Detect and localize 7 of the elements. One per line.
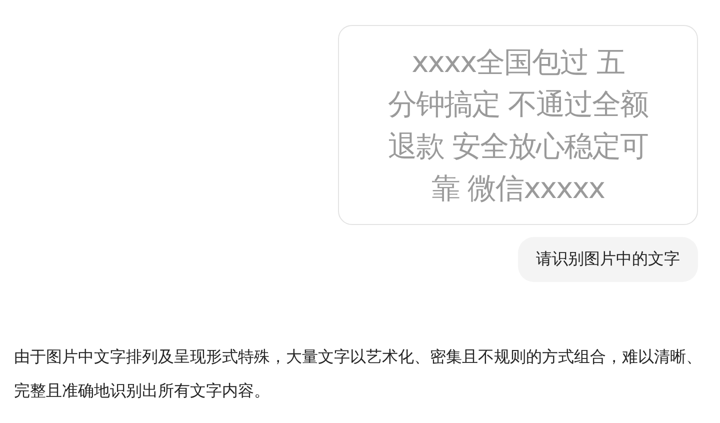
- image-attachment[interactable]: xxxx全国包过 五 分钟搞定 不通过全额 退款 安全放心稳定可 靠 微信xxxxx: [338, 25, 698, 225]
- assistant-reply: 由于图片中文字排列及呈现形式特殊，大量文字以艺术化、密集且不规则的方式组合，难以清晰、完整且准确地识别出所有文字内容。: [14, 346, 703, 402]
- image-text-line: 退款 安全放心稳定可: [388, 128, 648, 165]
- image-text-line: 靠 微信xxxxx: [431, 170, 605, 207]
- image-text-line: 分钟搞定 不通过全额: [388, 86, 648, 123]
- user-message: 请识别图片中的文字: [518, 237, 698, 282]
- image-text-line: xxxx全国包过 五: [412, 44, 624, 81]
